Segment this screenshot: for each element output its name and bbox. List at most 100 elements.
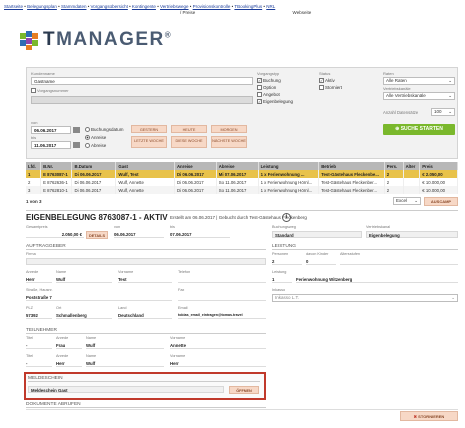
bis-date-input[interactable]: 11.06.2017 — [31, 141, 71, 149]
nav-link-vertriebswege[interactable]: Vertriebswege — [160, 4, 189, 9]
auscamp-button[interactable]: AUSCAMP — [424, 197, 458, 206]
t2-anrede: Herr — [56, 360, 82, 367]
inkasso-select[interactable]: Inkasso L.T. ⌄ — [272, 294, 458, 302]
typ-eigenbelegung-checkbox[interactable]: ✓ Eigenbelegung — [257, 99, 293, 105]
col-bdatum[interactable]: B.Datum — [71, 162, 117, 170]
teilnehmer-anrede-label-2: Anrede — [56, 354, 69, 358]
t1-anrede: Frau — [56, 342, 82, 349]
calendar-icon[interactable] — [73, 142, 80, 148]
meldeschein-header: MELDESCHEIN — [28, 376, 260, 382]
vertriebskanal-label: Vertriebskanäle — [383, 86, 411, 91]
suche-starten-button[interactable]: ⊕ SUCHE STARTEN — [383, 124, 455, 135]
personen-label: Personen — [272, 252, 289, 256]
radio-abreise[interactable]: Abreise — [85, 143, 106, 149]
t2-name: Wulf — [86, 360, 164, 367]
anzahl-label: Anzahl Datensätze — [383, 110, 419, 115]
plz-label: PLZ — [26, 306, 33, 310]
col-gast[interactable]: Gast — [115, 162, 175, 170]
dokumente-header[interactable]: DOKUMENTE ABRUFEN — [26, 402, 266, 408]
col-anreise[interactable]: Anreise — [174, 162, 217, 170]
vorname-label: Vorname — [118, 270, 134, 274]
vorgangsnummer-input[interactable] — [31, 96, 253, 104]
vorname-value: Test — [118, 276, 172, 283]
col-lfd[interactable]: Lfd. — [26, 162, 42, 170]
letzte-woche-button[interactable]: LETZTE WOCHE — [131, 136, 167, 148]
nav-link-vorgangsuebersicht[interactable]: Vorgangsübersicht — [91, 4, 128, 9]
plz-value: 57392 — [26, 312, 52, 319]
search-icon: ⊕ — [395, 126, 400, 132]
nav-link-startseite[interactable]: Startseite — [4, 4, 23, 9]
radio-buchungsdatum[interactable]: Buchungsdatum — [85, 127, 124, 133]
anrede-label: Anrede — [26, 270, 39, 274]
typ-angebot-checkbox[interactable]: Angebot — [257, 92, 280, 98]
table-row[interactable]: 2E 8762636-1 Di 06.06.2017 Wulf, Annette Di… — [26, 178, 458, 186]
kundenname-input[interactable]: Gastname — [31, 77, 253, 85]
anzahl-select[interactable]: 100 ⌄ — [431, 108, 455, 116]
nav-link-nrl[interactable]: NRL — [266, 4, 275, 9]
firma-value — [26, 258, 266, 265]
kundenname-label: Kundenname — [31, 71, 55, 76]
result-count: 1 von 3 — [26, 199, 42, 204]
altersstufen-value — [340, 258, 458, 265]
col-leistung[interactable]: Leistung — [258, 162, 320, 170]
stornieren-button[interactable]: ✖ STORNIEREN — [400, 411, 458, 421]
col-bnr[interactable]: B.Nr. — [40, 162, 73, 170]
nav-sub-webseite[interactable]: Webseite — [293, 10, 312, 15]
vertriebskanal-select[interactable]: Alle Vertriebskanäle ⌄ — [383, 92, 455, 100]
ort-value: Schmallenberg — [56, 312, 112, 319]
gesamtpreis-label: Gesamtpreis — [26, 225, 48, 229]
kinder-value: 0 — [306, 258, 336, 265]
diese-woche-button[interactable]: DIESE WOCHE — [171, 136, 207, 148]
radio-anreise[interactable]: Anreise — [85, 135, 106, 141]
col-pers[interactable]: Pers. — [384, 162, 404, 170]
name-label: Name — [56, 270, 67, 274]
table-row[interactable]: 1E 8763087-1 Di 06.06.2017 Wulf, Test Di 06… — [26, 170, 458, 178]
nav-link-tbookingplus[interactable]: TBookingPlus — [234, 4, 262, 9]
nav-link-belegungsplan[interactable]: Belegungsplan — [27, 4, 57, 9]
col-abreise[interactable]: Abreise — [216, 162, 259, 170]
firma-label: Firma — [26, 252, 36, 256]
nav-link-provisionskontrolle[interactable]: Provisionskontrolle — [193, 4, 231, 9]
strasse-value: Poststraße 7 — [26, 294, 172, 301]
col-preis[interactable]: Preis — [419, 162, 458, 170]
col-betrieb[interactable]: Betrieb — [318, 162, 385, 170]
von-date-input[interactable]: 06.06.2017 — [31, 126, 71, 134]
ort-label: Ort — [56, 306, 62, 310]
nav-link-kontingente[interactable]: Kontingente — [132, 4, 156, 9]
heute-button[interactable]: HEUTE — [171, 125, 207, 133]
telefon-value — [178, 276, 266, 283]
table-row[interactable]: 3E 8762810-1 Di 06.06.2017 Wulf, Annette Di… — [26, 186, 458, 194]
t1-name: Wulf — [86, 342, 164, 349]
telefon-label: Telefon — [178, 270, 191, 274]
typ-option-checkbox[interactable]: Option — [257, 85, 276, 91]
status-storniert-checkbox[interactable]: Storniert — [319, 85, 342, 91]
export-format-select[interactable]: Excel ⌄ — [393, 197, 421, 205]
oeffnen-button[interactable]: ÖFFNEN — [229, 386, 259, 394]
results-table: Lfd. B.Nr. B.Datum Gast Anreise Abreise … — [26, 162, 458, 194]
buchungsweg-label: Buchungsweg — [272, 225, 296, 229]
calendar-icon[interactable] — [73, 127, 80, 133]
bis-label: bis — [170, 225, 175, 229]
naechste-woche-button[interactable]: NÄCHSTE WOCHE — [211, 136, 247, 148]
details-button[interactable]: DETAILS — [86, 231, 108, 239]
raten-label: Raten — [383, 71, 394, 76]
search-panel: Kundenname Gastname Vorgangsnummer von 0… — [26, 67, 458, 159]
gestern-button[interactable]: GESTERN — [131, 125, 167, 133]
morgen-button[interactable]: MORGEN — [211, 125, 247, 133]
nav-link-stammdaten[interactable]: Stammdaten — [61, 4, 87, 9]
typ-buchung-checkbox[interactable]: ✓ Buchung — [257, 78, 281, 84]
teilnehmer-name-label: Name — [86, 336, 97, 340]
vorgangsnummer-toggle[interactable]: Vorgangsnummer — [31, 88, 69, 94]
col-alter[interactable]: Alter — [403, 162, 421, 170]
status-label: Status — [319, 71, 331, 76]
nav-sub-preise[interactable]: / Preise — [180, 10, 195, 15]
top-navigation: Startseite • Belegungsplan • Stammdaten … — [4, 4, 312, 15]
logo-text: TMANAGER® — [43, 29, 173, 50]
leistung-header: LEISTUNG — [272, 244, 458, 250]
buchungsweg-value: Standard — [272, 231, 362, 238]
inkasso-label: Inkasso — [272, 288, 286, 292]
status-aktiv-checkbox[interactable]: ✓ Aktiv — [319, 78, 335, 84]
teilnehmer-header: TEILNEHMER — [26, 328, 266, 334]
raten-select[interactable]: Alle Raten ⌄ — [383, 77, 455, 85]
info-icon[interactable]: i — [282, 213, 291, 222]
